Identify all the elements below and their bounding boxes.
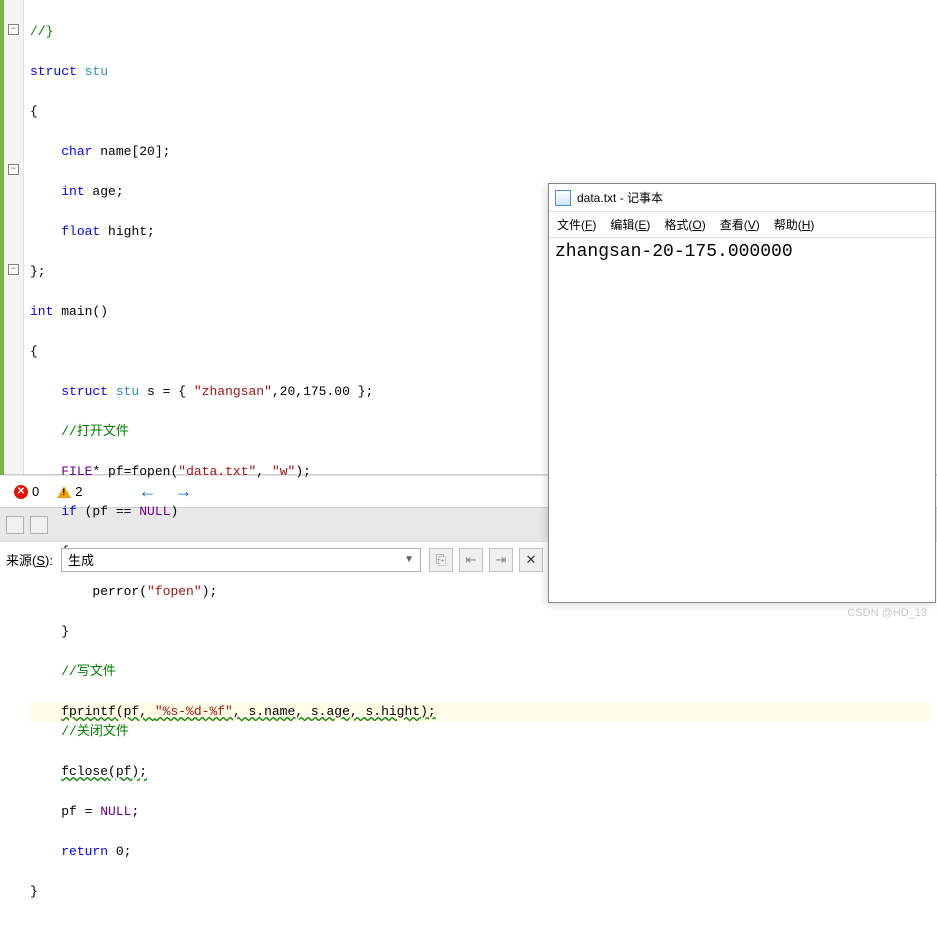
struct-name: stu [108,384,139,399]
menu-help[interactable]: 帮助(H) [774,216,815,233]
keyword: struct [30,64,77,79]
function-call: fopen [131,464,170,479]
paren: ) [170,504,178,519]
macro: NULL [100,804,131,819]
paren: ); [295,464,311,479]
macro: FILE [61,464,92,479]
notepad-app-icon [555,190,571,206]
error-count-value: 0 [32,484,39,499]
keyword: float [61,224,100,239]
warning-count[interactable]: 2 [57,484,82,499]
notepad-menubar: 文件(F) 编辑(E) 格式(O) 查看(V) 帮助(H) [549,212,935,238]
toolbar-icon[interactable] [30,516,48,534]
code-text: 0; [108,844,131,859]
fold-toggle[interactable]: − [8,164,19,175]
menu-file[interactable]: 文件(F) [557,216,596,233]
code-text: pf = [61,804,100,819]
menu-view[interactable]: 查看(V) [720,216,760,233]
keyword: struct [61,384,108,399]
code-comment: //} [30,24,53,39]
declaration: age; [85,184,124,199]
notepad-content: zhangsan-20-175.000000 [555,242,793,262]
string-literal: "w" [272,464,295,479]
warning-count-value: 2 [75,484,82,499]
toolbar-button[interactable]: ⎘ [429,548,453,572]
change-indicator [0,0,4,475]
paren: ); [202,584,218,599]
code-text: (pf); [108,764,147,779]
nav-forward-button[interactable]: → [174,481,192,502]
string-literal: "zhangsan" [194,384,272,399]
function-call: fprintf [61,704,116,719]
code-comment: //写文件 [61,664,116,679]
fold-toggle[interactable]: − [8,24,19,35]
paren: ( [139,584,147,599]
notepad-window: data.txt - 记事本 文件(F) 编辑(E) 格式(O) 查看(V) 帮… [548,183,936,603]
function-call: perror [92,584,139,599]
combo-value: 生成 [68,550,94,569]
code-text: , s.name, s.age, s.hight); [233,704,436,719]
watermark: CSDN @HD_13 [847,607,927,619]
error-icon: ✕ [14,485,28,499]
menu-edit[interactable]: 编辑(E) [610,216,650,233]
code-comment: //关闭文件 [61,724,129,739]
code-text: * pf= [92,464,131,479]
string-literal: "fopen" [147,584,202,599]
error-count[interactable]: ✕ 0 [14,484,39,499]
code-text: s = { [139,384,194,399]
source-combobox[interactable]: 生成 ▼ [61,548,421,572]
keyword: if [61,504,77,519]
paren: (pf, [116,704,155,719]
chevron-down-icon: ▼ [404,554,414,565]
brace: { [30,102,931,122]
code-text: ,20,175.00 }; [272,384,373,399]
notepad-text-area[interactable]: zhangsan-20-175.000000 [549,238,935,266]
string-literal: "data.txt" [178,464,256,479]
notepad-titlebar[interactable]: data.txt - 记事本 [549,184,935,212]
warning-icon [57,486,71,498]
keyword: char [61,144,92,159]
menu-format[interactable]: 格式(O) [664,216,705,233]
nav-back-button[interactable]: ← [138,481,156,502]
toolbar-icon[interactable] [6,516,24,534]
struct-name: stu [85,64,108,79]
function-call: fclose [61,764,108,779]
main-sig: main() [53,304,108,319]
toolbar-button[interactable]: ✕ [519,548,543,572]
code-comment: //打开文件 [61,424,129,439]
source-label: 来源(S): [6,550,53,569]
declaration: hight; [100,224,155,239]
code-text: (pf == [77,504,139,519]
keyword: int [30,304,53,319]
fold-toggle[interactable]: − [8,264,19,275]
toolbar-button[interactable]: ⇤ [459,548,483,572]
keyword: return [61,844,108,859]
keyword: int [61,184,84,199]
toolbar-button[interactable]: ⇥ [489,548,513,572]
code-text: , [256,464,272,479]
editor-margin: − − − [0,0,24,474]
notepad-title-text: data.txt - 记事本 [577,189,663,206]
macro: NULL [139,504,170,519]
declaration: name[20]; [92,144,170,159]
string-literal: "%s-%d-%f" [155,704,233,719]
code-text: ; [131,804,139,819]
